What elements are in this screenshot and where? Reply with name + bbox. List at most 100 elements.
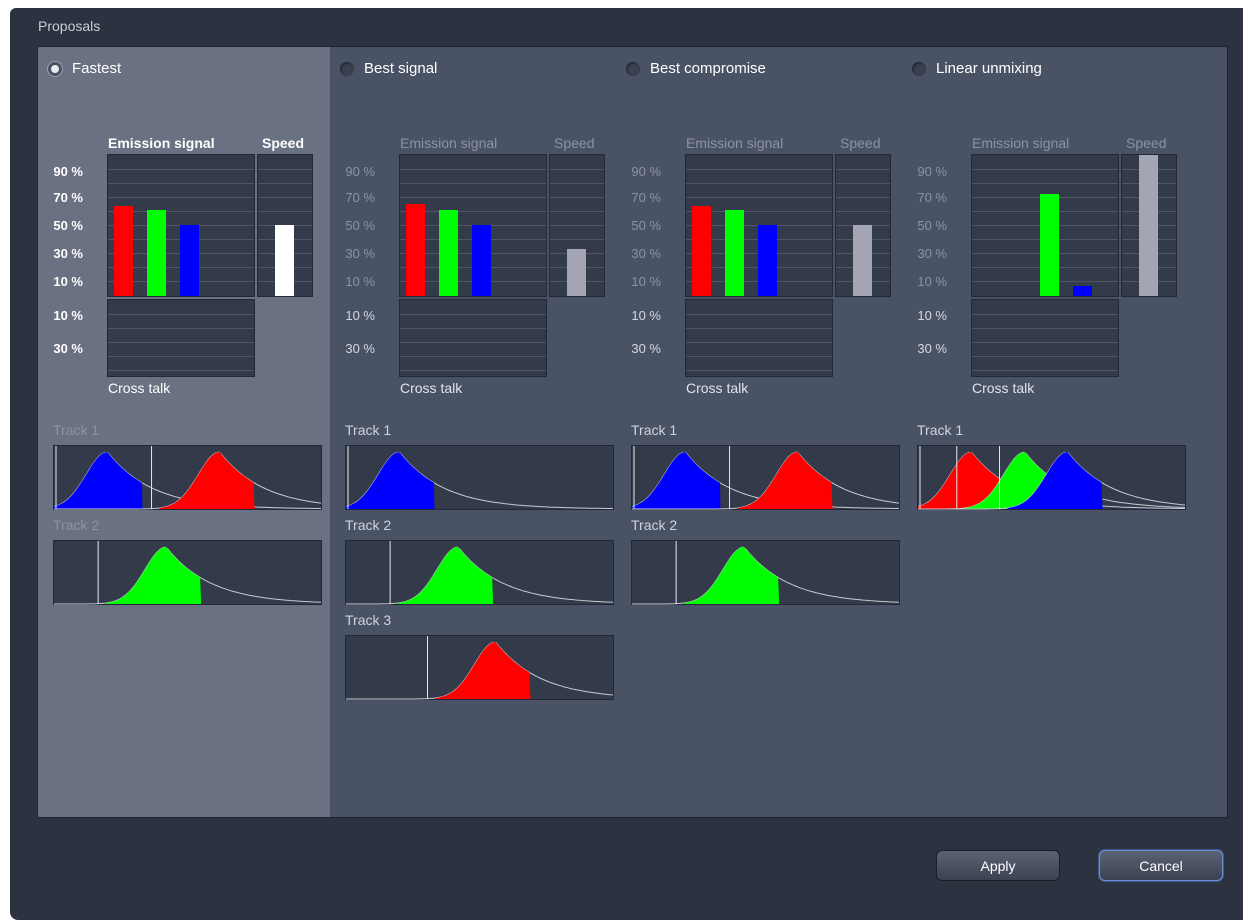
speed-chart [549,154,605,297]
track-label: Track 1 [345,422,392,438]
gridline [550,169,604,170]
gridline [258,183,312,184]
y-tick-label: 10 % [345,308,375,323]
emission-signal-chart [685,154,833,297]
cancel-button[interactable]: Cancel [1099,850,1223,881]
radio-button[interactable] [48,61,62,76]
gridline [400,169,546,170]
radio-button[interactable] [626,61,640,76]
speed-bar [1139,155,1158,296]
y-tick-label: 50 % [345,218,375,233]
speed-chart [1121,154,1177,297]
y-tick-label: 90 % [53,164,83,179]
proposal-option-2[interactable]: Best signal [340,60,437,77]
track-spectrum [345,540,614,605]
gridline [400,328,546,329]
track-label: Track 1 [53,422,100,438]
y-tick-label: 90 % [345,164,375,179]
proposal-column-4: Linear unmixing Emission signal Speed 90 % 7… [902,47,1227,817]
y-tick-label: 10 % [917,274,947,289]
speed-bar [567,249,586,296]
emission-bar-green [147,210,166,296]
cross-talk-label: Cross talk [108,380,171,396]
group-title: Proposals [38,18,101,34]
gridline [108,356,254,357]
track-label: Track 1 [631,422,678,438]
cross-talk-chart [107,299,255,377]
y-tick-label: 50 % [917,218,947,233]
track-spectrum [345,635,614,700]
y-tick-label: 70 % [53,190,83,205]
gridline [258,197,312,198]
emission-signal-header: Emission signal [108,135,215,151]
cross-talk-chart [971,299,1119,377]
y-tick-label: 30 % [631,341,661,356]
gridline [686,328,832,329]
gridline [686,183,832,184]
gridline [972,328,1118,329]
emission-signal-chart [399,154,547,297]
track-spectrum [631,445,900,510]
proposals-panel: Fastest Emission signal Speed 90 % 70 % 50 % 3… [37,46,1228,818]
spectrum-svg [346,446,613,509]
gridline [972,370,1118,371]
track-label: Track 1 [917,422,964,438]
proposal-option-1[interactable]: Fastest [48,60,121,77]
apply-button[interactable]: Apply [936,850,1060,881]
y-tick-label: 30 % [917,246,947,261]
emission-signal-header: Emission signal [400,135,498,151]
gridline [972,356,1118,357]
spectrum-svg [346,636,614,700]
y-tick-label: 10 % [917,308,947,323]
gridline [550,239,604,240]
y-tick-label: 50 % [631,218,661,233]
speed-header: Speed [1126,135,1167,151]
gridline [400,370,546,371]
track-spectrum [345,445,614,510]
gridline [686,342,832,343]
gridline [108,328,254,329]
track-label: Track 2 [53,517,100,533]
cross-talk-chart [685,299,833,377]
gridline [108,183,254,184]
detection-band-blue [346,452,435,509]
gridline [400,197,546,198]
track-spectrum [631,540,900,605]
gridline [550,197,604,198]
speed-bar [275,225,294,296]
y-tick-label: 70 % [631,190,661,205]
gridline [836,197,890,198]
track-label: Track 2 [631,517,678,533]
radio-button[interactable] [340,61,354,76]
emission-bar-blue [180,225,199,296]
spectrum-svg [54,541,322,605]
proposal-label: Linear unmixing [936,60,1042,77]
emission-signal-chart [971,154,1119,297]
speed-chart [257,154,313,297]
gridline [400,342,546,343]
y-tick-label: 30 % [345,246,375,261]
track-spectrum [917,445,1186,510]
proposal-column-2: Best signal Emission signal Speed 90 % 70 % 5… [330,47,616,817]
emission-bar-blue [758,225,777,296]
emission-bar-green [1040,194,1059,296]
y-tick-label: 10 % [53,274,83,289]
emission-bar-red [406,204,425,296]
proposal-option-4[interactable]: Linear unmixing [912,60,1042,77]
detection-band-blue [54,452,143,509]
gridline [686,197,832,198]
emission-bar-blue [472,225,491,296]
y-tick-label: 30 % [53,341,83,356]
y-tick-label: 30 % [53,246,83,261]
y-tick-label: 30 % [631,246,661,261]
proposal-label: Fastest [72,60,122,77]
proposal-option-3[interactable]: Best compromise [626,60,766,77]
track-spectrum [53,445,322,510]
gridline [108,314,254,315]
radio-button[interactable] [912,61,926,76]
gridline [836,169,890,170]
speed-header: Speed [262,135,305,151]
spectrum-svg [918,446,1186,510]
y-tick-label: 70 % [345,190,375,205]
gridline [400,183,546,184]
